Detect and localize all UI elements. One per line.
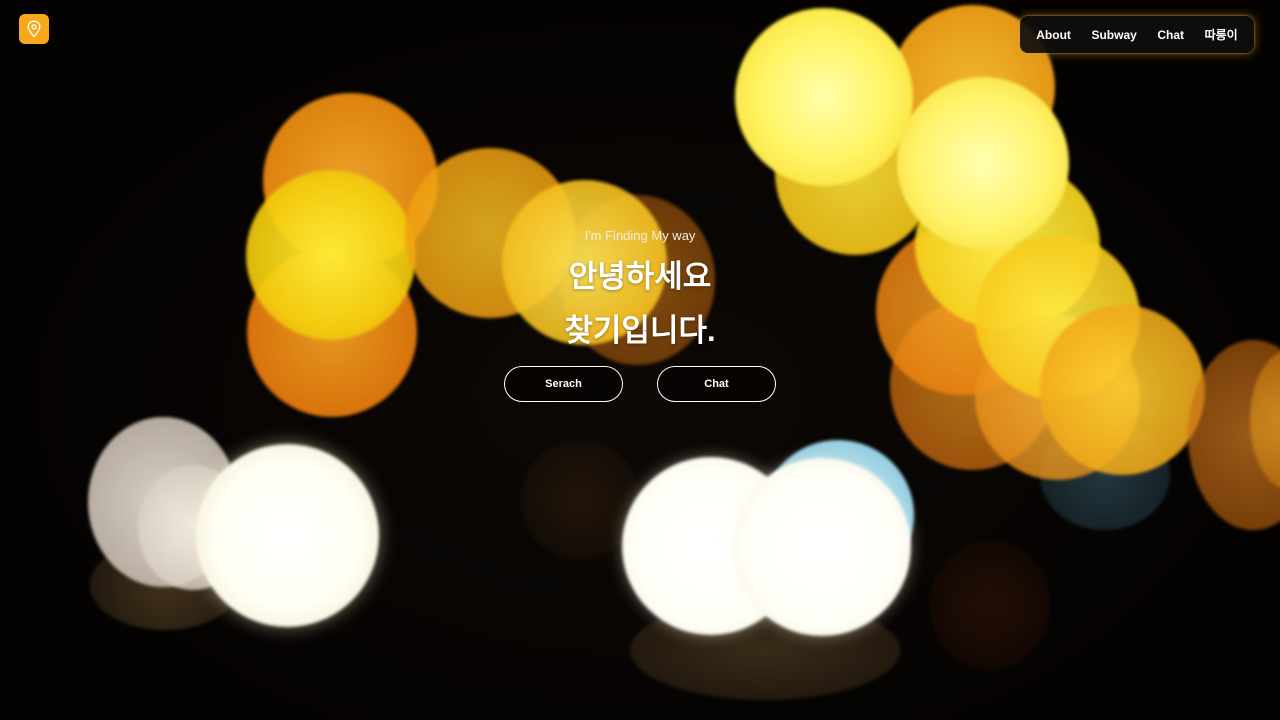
map-pin-icon	[27, 20, 41, 38]
bokeh-light	[246, 170, 416, 340]
hero-headline-line2: 찾기입니다.	[564, 313, 716, 348]
bokeh-light	[733, 458, 911, 636]
nav-link-bike[interactable]: 따릉이	[1205, 26, 1238, 43]
top-nav: About Subway Chat 따릉이	[1020, 16, 1254, 53]
bokeh-light	[1040, 305, 1205, 475]
bokeh-background	[0, 0, 1280, 720]
hero-actions: Serach Chat	[504, 366, 776, 402]
search-button[interactable]: Serach	[504, 366, 623, 402]
hero-subtitle: I'm Finding My way	[584, 228, 696, 243]
landing-page: About Subway Chat 따릉이 I'm Finding My way…	[0, 0, 1280, 720]
bokeh-light	[897, 77, 1069, 249]
bokeh-light	[196, 444, 379, 627]
hero-section: I'm Finding My way 안녕하세요 찾기입니다.	[440, 222, 840, 358]
bokeh-light	[930, 540, 1050, 670]
bokeh-light	[735, 8, 913, 186]
nav-link-about[interactable]: About	[1036, 28, 1071, 42]
chat-button[interactable]: Chat	[657, 366, 776, 402]
home-logo[interactable]	[19, 14, 49, 44]
nav-link-subway[interactable]: Subway	[1091, 28, 1136, 42]
nav-link-chat[interactable]: Chat	[1157, 28, 1184, 42]
hero-headline-line1: 안녕하세요	[568, 259, 712, 294]
